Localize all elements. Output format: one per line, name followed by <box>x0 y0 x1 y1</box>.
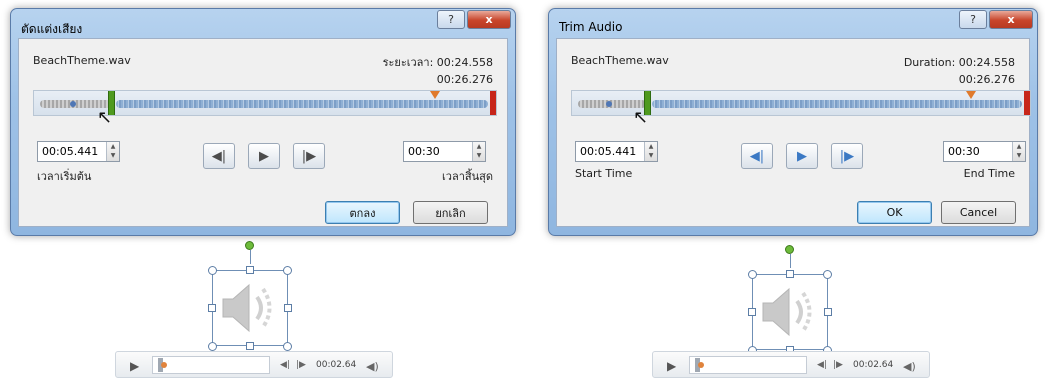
resize-handle-top-left[interactable] <box>208 266 217 275</box>
duration-readout: ระยะเวลา: 00:24.558 00:26.276 <box>383 54 493 88</box>
volume-icon[interactable]: ◀) <box>903 360 916 373</box>
file-name: BeachTheme.wav <box>571 54 669 67</box>
duration-value: 00:24.558 <box>958 56 1015 69</box>
cancel-button[interactable]: ยกเลิก <box>413 201 488 224</box>
resize-handle-left[interactable] <box>748 308 756 316</box>
start-time-value: 00:05.441 <box>580 145 637 158</box>
player-forward-icon[interactable]: |▶ <box>296 360 306 370</box>
waveform-dot <box>606 101 612 107</box>
end-time-label: End Time <box>963 167 1015 180</box>
play-button[interactable]: ▶ <box>248 143 280 169</box>
resize-handle-bottom-left[interactable] <box>208 342 217 351</box>
speaker-icon <box>762 287 812 337</box>
end-time-input[interactable]: 00:30 ▲ ▼ <box>403 141 486 162</box>
previous-frame-button[interactable]: ◀| <box>741 143 773 169</box>
player-back-icon[interactable]: ◀| <box>817 360 827 370</box>
start-time-spinner[interactable]: ▲ ▼ <box>644 142 657 161</box>
rotate-stem <box>250 250 251 264</box>
help-button[interactable]: ? <box>437 10 465 29</box>
audio-object[interactable] <box>752 274 828 350</box>
player-back-icon[interactable]: ◀| <box>280 360 290 370</box>
playhead-marker[interactable] <box>966 91 976 99</box>
end-time-label: เวลาสิ้นสุด <box>442 170 493 183</box>
end-marker[interactable] <box>1024 91 1030 115</box>
resize-handle-right[interactable] <box>284 304 292 312</box>
resize-handle-bottom[interactable] <box>246 342 254 350</box>
player-progress-bar[interactable] <box>689 356 807 374</box>
audio-object[interactable] <box>212 270 288 346</box>
player-time: 00:02.64 <box>316 360 357 370</box>
player-time: 00:02.64 <box>853 360 894 370</box>
trim-audio-dialog-english: Trim Audio ? x BeachTheme.wav Duration: … <box>548 8 1038 236</box>
playhead-marker[interactable] <box>430 91 440 99</box>
rotate-stem <box>790 254 791 268</box>
mouse-pointer-icon: ↖ <box>633 107 649 128</box>
position-value: 00:26.276 <box>436 73 493 86</box>
dialog-body: BeachTheme.wav ระยะเวลา: 00:24.558 00:26… <box>18 38 508 227</box>
waveform-dot <box>70 101 76 107</box>
stage: ตัดแต่งเสียง ? x BeachTheme.wav ระยะเวลา… <box>0 0 1045 382</box>
start-time-input[interactable]: 00:05.441 ▲ ▼ <box>575 141 658 162</box>
next-frame-button[interactable]: |▶ <box>293 143 325 169</box>
rotate-handle[interactable] <box>245 241 254 250</box>
speaker-icon <box>222 283 272 333</box>
close-button[interactable]: x <box>989 10 1033 29</box>
player-play-icon[interactable]: ▶ <box>130 359 139 373</box>
player-position-dot[interactable] <box>161 362 167 368</box>
player-position-dot[interactable] <box>698 362 704 368</box>
end-time-value: 00:30 <box>948 145 980 158</box>
end-time-value: 00:30 <box>408 145 440 158</box>
duration-readout: Duration: 00:24.558 00:26.276 <box>904 54 1015 88</box>
help-button[interactable]: ? <box>959 10 987 29</box>
close-button[interactable]: x <box>467 10 511 29</box>
play-button[interactable]: ▶ <box>786 143 818 169</box>
waveform-active <box>116 100 488 108</box>
resize-handle-left[interactable] <box>208 304 216 312</box>
resize-handle-top-right[interactable] <box>823 270 832 279</box>
resize-handle-bottom-right[interactable] <box>283 342 292 351</box>
duration-value: 00:24.558 <box>436 56 493 69</box>
end-time-input[interactable]: 00:30 ▲ ▼ <box>943 141 1026 162</box>
end-time-spinner[interactable]: ▲ ▼ <box>1012 142 1025 161</box>
player-progress-bar[interactable] <box>152 356 270 374</box>
duration-label: Duration: <box>903 56 956 69</box>
file-name: BeachTheme.wav <box>33 54 131 67</box>
cancel-button[interactable]: Cancel <box>941 201 1016 224</box>
previous-frame-button[interactable]: ◀| <box>203 143 235 169</box>
ok-button[interactable]: OK <box>857 201 932 224</box>
dialog-body: BeachTheme.wav Duration: 00:24.558 00:26… <box>556 38 1031 227</box>
next-frame-button[interactable]: |▶ <box>831 143 863 169</box>
volume-icon[interactable]: ◀) <box>366 360 379 373</box>
rotate-handle[interactable] <box>785 245 794 254</box>
mouse-pointer-icon: ↖ <box>97 107 113 128</box>
duration-label: ระยะเวลา: <box>382 56 434 69</box>
dialog-title: ตัดแต่งเสียง <box>21 22 83 36</box>
resize-handle-top[interactable] <box>786 270 794 278</box>
position-value: 00:26.276 <box>958 73 1015 86</box>
start-time-label: เวลาเริ่มต้น <box>37 170 92 183</box>
resize-handle-top-right[interactable] <box>283 266 292 275</box>
audio-player-bar: ▶ ◀| |▶ 00:02.64 ◀) <box>652 351 930 378</box>
resize-handle-top-left[interactable] <box>748 270 757 279</box>
waveform-active <box>652 100 1022 108</box>
start-time-input[interactable]: 00:05.441 ▲ ▼ <box>37 141 120 162</box>
audio-player-bar: ▶ ◀| |▶ 00:02.64 ◀) <box>115 351 393 378</box>
player-forward-icon[interactable]: |▶ <box>833 360 843 370</box>
player-play-icon[interactable]: ▶ <box>667 359 676 373</box>
ok-button[interactable]: ตกลง <box>325 201 400 224</box>
trim-audio-dialog-thai: ตัดแต่งเสียง ? x BeachTheme.wav ระยะเวลา… <box>10 8 516 236</box>
end-marker[interactable] <box>490 91 496 115</box>
start-time-label: Start Time <box>575 167 633 180</box>
start-time-value: 00:05.441 <box>42 145 99 158</box>
start-time-spinner[interactable]: ▲ ▼ <box>106 142 119 161</box>
resize-handle-right[interactable] <box>824 308 832 316</box>
resize-handle-top[interactable] <box>246 266 254 274</box>
dialog-title: Trim Audio <box>559 20 623 34</box>
end-time-spinner[interactable]: ▲ ▼ <box>472 142 485 161</box>
